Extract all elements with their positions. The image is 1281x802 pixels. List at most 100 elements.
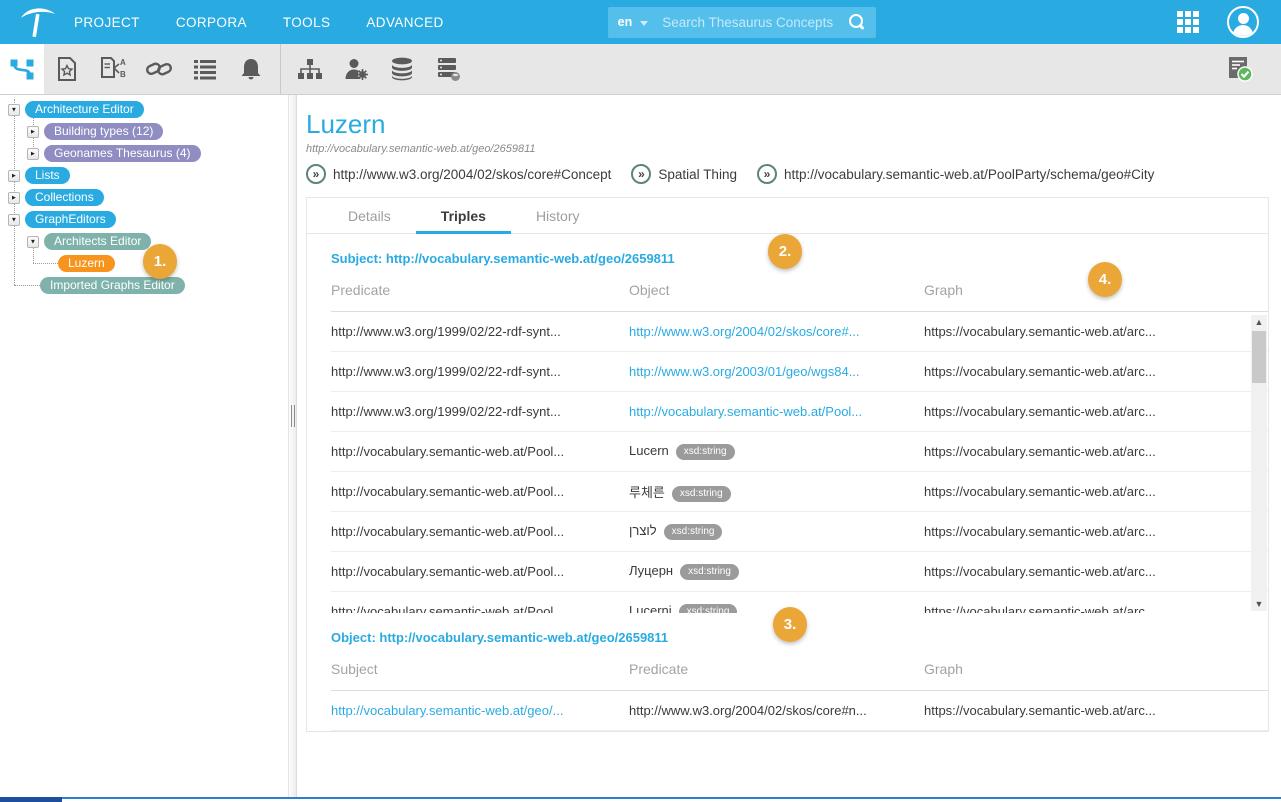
search-input[interactable] — [662, 15, 843, 30]
object-literal: Lucern — [629, 443, 669, 458]
tree-label[interactable]: Collections — [25, 189, 104, 206]
type-badge-spatial-thing[interactable]: » Spatial Thing — [631, 164, 737, 184]
predicate-cell: http://www.w3.org/1999/02/22-rdf-synt... — [331, 404, 629, 419]
collapse-toggle-icon[interactable] — [27, 236, 39, 248]
tree-item-grapheditors[interactable]: GraphEditors — [8, 211, 116, 228]
table-row[interactable]: http://vocabulary.semantic-web.at/Pool..… — [331, 432, 1268, 472]
datatype-badge: xsd:string — [664, 524, 723, 540]
table-row[interactable]: http://www.w3.org/1999/02/22-rdf-synt...… — [331, 312, 1268, 352]
type-badge-label: http://vocabulary.semantic-web.at/PoolPa… — [784, 167, 1154, 182]
triples-panel: Details Triples History Subject: http://… — [306, 197, 1269, 732]
object-link[interactable]: http://vocabulary.semantic-web.at/Pool..… — [629, 404, 862, 419]
object-link[interactable]: http://www.w3.org/2004/02/skos/core#... — [629, 324, 860, 339]
annotation-callout-1: 1. — [143, 244, 177, 279]
hierarchy-sidebar: Architecture Editor Building types (12) … — [0, 95, 288, 802]
tree-item-architecture-editor[interactable]: Architecture Editor — [8, 101, 144, 118]
table-row[interactable]: http://www.w3.org/1999/02/22-rdf-synt...… — [331, 392, 1268, 432]
menu-tools[interactable]: TOOLS — [283, 15, 331, 30]
tree-label[interactable]: Luzern — [58, 255, 115, 272]
list-icon — [192, 57, 218, 81]
collapse-toggle-icon[interactable] — [8, 214, 20, 226]
datatype-badge: xsd:string — [676, 444, 735, 460]
table-row[interactable]: http://vocabulary.semantic-web.at/Pool..… — [331, 552, 1268, 592]
document-star-button[interactable] — [44, 44, 90, 94]
scroll-up-icon[interactable]: ▲ — [1251, 315, 1267, 329]
sidebar-splitter[interactable] — [288, 95, 297, 802]
table-row[interactable]: http://vocabulary.semantic-web.at/Pool..… — [331, 472, 1268, 512]
scroll-down-icon[interactable]: ▼ — [1251, 597, 1267, 611]
extraction-ab-button[interactable]: A B — [90, 44, 136, 94]
table-row[interactable]: http://vocabulary.semantic-web.at/geo/..… — [331, 691, 1268, 731]
menu-corpora[interactable]: CORPORA — [176, 15, 247, 30]
tree-item-collections[interactable]: Collections — [8, 189, 104, 206]
graph-cell: https://vocabulary.semantic-web.at/arc..… — [924, 364, 1268, 379]
notifications-button[interactable] — [228, 44, 274, 94]
object-link[interactable]: http://www.w3.org/2003/01/geo/wgs84... — [629, 364, 860, 379]
graph-cell: https://vocabulary.semantic-web.at/arc..… — [924, 703, 1268, 718]
expand-toggle-icon[interactable] — [27, 148, 39, 160]
expand-toggle-icon[interactable] — [8, 192, 20, 204]
scrollbar-thumb[interactable] — [1252, 331, 1266, 383]
tree-label[interactable]: GraphEditors — [25, 211, 116, 228]
poolparty-logo[interactable] — [0, 3, 74, 41]
tree-connector — [14, 285, 40, 286]
user-avatar-icon[interactable] — [1227, 6, 1259, 38]
link-icon — [145, 56, 173, 82]
expand-toggle-icon[interactable] — [27, 126, 39, 138]
vertical-scrollbar[interactable]: ▲ ▼ — [1251, 315, 1267, 611]
tab-history[interactable]: History — [511, 198, 605, 233]
tree-item-imported-graphs-editor[interactable]: Imported Graphs Editor — [40, 277, 185, 294]
tree-label[interactable]: Architecture Editor — [25, 101, 144, 118]
menu-project[interactable]: PROJECT — [74, 15, 140, 30]
tree-label[interactable]: Building types (12) — [44, 123, 163, 140]
user-admin-button[interactable] — [333, 44, 379, 94]
tree-label[interactable]: Architects Editor — [44, 233, 151, 250]
tab-bar: Details Triples History — [307, 198, 1268, 234]
search-language-selector[interactable]: en — [618, 15, 649, 29]
database-button[interactable] — [379, 44, 425, 94]
graph-cell: https://vocabulary.semantic-web.at/arc..… — [924, 404, 1268, 419]
object-literal: 루체른 — [629, 485, 665, 500]
tree-label[interactable]: Imported Graphs Editor — [40, 277, 185, 294]
tab-triples[interactable]: Triples — [416, 198, 511, 233]
quality-report-button[interactable] — [1217, 55, 1263, 83]
type-badge-concept[interactable]: » http://www.w3.org/2004/02/skos/core#Co… — [306, 164, 611, 184]
annotation-callout-2: 2. — [768, 234, 802, 269]
link-management-button[interactable] — [136, 44, 182, 94]
tree-label[interactable]: Geonames Thesaurus (4) — [44, 145, 201, 162]
predicate-cell: http://vocabulary.semantic-web.at/Pool..… — [331, 524, 629, 539]
column-header-subject: Subject — [331, 661, 629, 677]
tree-item-building-types[interactable]: Building types (12) — [27, 123, 163, 140]
server-database-button[interactable] — [425, 44, 471, 94]
tree-item-lists[interactable]: Lists — [8, 167, 70, 184]
tree-item-architects-editor[interactable]: Architects Editor — [27, 233, 151, 250]
subject-table-header: Predicate Object Graph — [331, 282, 1268, 312]
svg-text:A: A — [120, 58, 126, 67]
double-chevron-icon: » — [757, 164, 777, 184]
tree-label[interactable]: Lists — [25, 167, 70, 184]
tree-item-luzern[interactable]: Luzern — [58, 255, 115, 272]
collapse-toggle-icon[interactable] — [8, 104, 20, 116]
splitter-grip-icon — [291, 405, 295, 427]
subject-link[interactable]: http://vocabulary.semantic-web.at/geo/..… — [331, 703, 563, 718]
database-icon — [389, 56, 415, 82]
expand-toggle-icon[interactable] — [8, 170, 20, 182]
search-icon[interactable] — [848, 13, 866, 31]
toolbar-separator — [280, 44, 281, 94]
menu-advanced[interactable]: ADVANCED — [366, 15, 443, 30]
concept-scheme-tree-button[interactable] — [0, 44, 44, 94]
type-badge-city[interactable]: » http://vocabulary.semantic-web.at/Pool… — [757, 164, 1154, 184]
bell-icon — [239, 56, 263, 82]
concept-tree: Architecture Editor Building types (12) … — [0, 95, 288, 802]
column-header-graph: Graph — [924, 661, 1268, 677]
tree-item-geonames-thesaurus[interactable]: Geonames Thesaurus (4) — [27, 145, 201, 162]
horizontal-scrollbar[interactable] — [0, 797, 1281, 802]
tab-details[interactable]: Details — [323, 198, 416, 233]
table-row[interactable]: http://vocabulary.semantic-web.at/Pool..… — [331, 512, 1268, 552]
scrollbar-thumb[interactable] — [0, 797, 62, 802]
apps-grid-icon[interactable] — [1177, 11, 1199, 33]
list-view-button[interactable] — [182, 44, 228, 94]
table-row[interactable]: http://www.w3.org/1999/02/22-rdf-synt...… — [331, 352, 1268, 392]
sitemap-button[interactable] — [287, 44, 333, 94]
object-literal: לוצרן — [629, 523, 657, 538]
